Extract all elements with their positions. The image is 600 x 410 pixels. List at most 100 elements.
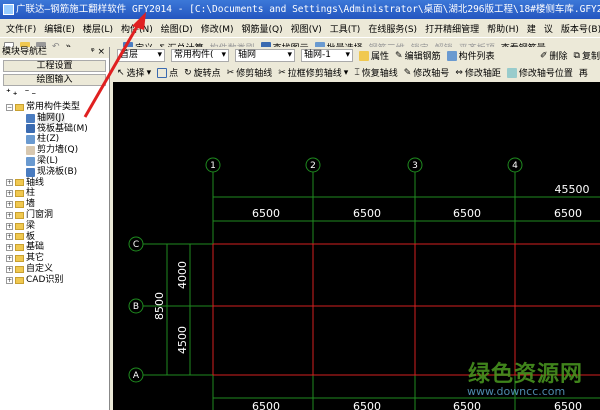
tree-folder[interactable]: + 墙 — [6, 199, 109, 210]
draw-toolbar: ↖ 选择 ▾ 点 ↻ 旋转点 ✂ 修剪轴线 ✂ 拉框修剪轴线 ▾ ⌶ 恢复轴线 ✎ 修改轴号 ⇔… — [113, 64, 600, 81]
dimension-x-4: 6500 — [554, 207, 582, 220]
restore-icon: ⌶ — [354, 67, 360, 78]
dimension-x-3: 6500 — [453, 207, 481, 220]
wall-icon — [26, 146, 35, 156]
restore-axis-button[interactable]: ⌶ 恢复轴线 — [354, 66, 397, 80]
copy-icon: ⧉ — [573, 50, 580, 61]
tree-folder[interactable]: + 板 — [6, 232, 109, 243]
menu-online[interactable]: 在线服务(S) — [368, 22, 417, 35]
eraser-icon: ✐ — [539, 50, 548, 61]
tree-item-raft[interactable]: 筏板基础(M) — [6, 124, 109, 135]
menu-tools[interactable]: 工具(T) — [330, 22, 361, 35]
more-button[interactable]: 再 — [579, 66, 588, 79]
trim-axis-button[interactable]: ✂ 修剪轴线 — [226, 66, 273, 80]
properties-button[interactable]: 属性 — [359, 49, 389, 62]
dimension-x-2: 6500 — [353, 207, 381, 220]
pencil-icon: ✎ — [395, 50, 403, 61]
rotate-point-button[interactable]: ↻ 旋转点 — [184, 66, 221, 80]
dropdown-icon: ▾ — [287, 50, 292, 60]
menu-file[interactable]: 文件(F) — [6, 22, 36, 35]
axis-label-1: 1 — [210, 161, 216, 171]
beam-icon — [26, 156, 35, 166]
column-icon — [26, 135, 35, 145]
menu-edit[interactable]: 编辑(E) — [44, 22, 75, 35]
edit-axis-spacing-button[interactable]: ⇔ 修改轴距 — [455, 66, 501, 80]
axis-label-c: C — [133, 240, 139, 250]
collapse-all-icon[interactable]: ⁻₋ — [25, 88, 39, 98]
axis-label-b: B — [133, 302, 139, 312]
axis-grid-icon — [26, 113, 35, 123]
axis-label-a: A — [133, 371, 140, 381]
dimension-total-x: 45500 — [555, 183, 590, 196]
expand-all-icon[interactable]: ⁺₊ — [6, 88, 20, 98]
tree-folder[interactable]: + 自定义 — [6, 264, 109, 275]
tree-item-slab[interactable]: 现浇板(B) — [6, 167, 109, 178]
component-list-button[interactable]: 构件列表 — [446, 49, 495, 62]
folder-icon — [15, 179, 24, 187]
instance-select[interactable]: 轴网-1 ▾ — [301, 49, 353, 62]
tree-folder[interactable]: + CAD识别 — [6, 275, 109, 286]
folder-icon — [15, 222, 24, 230]
tree-folder[interactable]: + 其它 — [6, 253, 109, 264]
delete-button[interactable]: ✐ 删除 — [539, 49, 568, 63]
menu-fine-management[interactable]: 打开精细管理 — [425, 22, 479, 35]
properties-icon — [359, 50, 369, 61]
slab-icon — [26, 167, 35, 177]
folder-icon — [15, 190, 24, 198]
dimension-bottom-4: 6500 — [554, 400, 582, 410]
menu-modify[interactable]: 修改(M) — [201, 22, 234, 35]
type-select[interactable]: 轴网 ▾ — [235, 49, 295, 62]
edit-axis-number-button[interactable]: ✎ 修改轴号 — [403, 66, 450, 80]
dropdown-icon: ▾ — [157, 50, 162, 60]
category-select[interactable]: 常用构件(▾ — [171, 49, 229, 62]
edit-rebar-button[interactable]: ✎ 编辑钢筋 — [395, 49, 441, 63]
spacing-icon: ⇔ — [455, 67, 463, 78]
folder-icon — [15, 211, 24, 219]
menu-version[interactable]: 版本号(B) — [561, 22, 600, 35]
point-icon — [157, 67, 168, 78]
menu-rebar[interactable]: 钢筋量(Q) — [241, 22, 282, 35]
dimension-total-y: 8500 — [153, 292, 166, 320]
dimension-y-2: 4500 — [176, 326, 189, 354]
folder-icon — [15, 276, 24, 284]
edit-icon: ✎ — [403, 67, 412, 78]
component-toolbar: 首层 ▾ 常用构件(▾ 轴网 ▾ 轴网-1 ▾ 属性 ✎ 编辑钢筋 构件列表 ✐ 删除 ⧉… — [113, 47, 600, 64]
axis-label-3: 3 — [412, 161, 418, 171]
tree-folder[interactable]: + 轴线 — [6, 178, 109, 189]
dimension-y-1: 4000 — [176, 261, 189, 289]
tree-item-column[interactable]: 柱(Z) — [6, 134, 109, 145]
axis-label-2: 2 — [310, 161, 316, 171]
list-icon — [446, 50, 457, 61]
menu-help[interactable]: 帮助(H) — [487, 22, 519, 35]
menu-suggest-1[interactable]: 建 — [527, 22, 536, 35]
folder-icon — [15, 201, 24, 209]
box-trim-icon: ✂ — [278, 67, 286, 78]
tree-item-shear-wall[interactable]: 剪力墙(Q) — [6, 145, 109, 156]
edit-axis-label-position-button[interactable]: 修改轴号位置 — [506, 66, 573, 79]
folder-icon — [15, 233, 24, 241]
tree-folder[interactable]: + 基础 — [6, 242, 109, 253]
folder-icon — [15, 255, 24, 263]
raft-icon — [26, 124, 35, 134]
point-button[interactable]: 点 — [157, 66, 178, 79]
watermark-logo: 绿色资源网 — [468, 362, 584, 387]
tree-folder[interactable]: + 柱 — [6, 188, 109, 199]
copy-button[interactable]: ⧉ 复制 — [573, 49, 600, 63]
folder-open-icon — [15, 103, 24, 111]
box-trim-axis-button[interactable]: ✂ 拉框修剪轴线 ▾ — [278, 66, 348, 80]
dimension-bottom-2: 6500 — [353, 400, 381, 410]
menu-suggest-2[interactable]: 议 — [544, 22, 553, 35]
dropdown-icon: ▾ — [345, 50, 350, 60]
folder-icon — [15, 265, 24, 273]
dropdown-icon: ▾ — [221, 50, 226, 60]
tree-item-beam[interactable]: 梁(L) — [6, 156, 109, 167]
menu-view[interactable]: 视图(V) — [291, 22, 322, 35]
menu-draw[interactable]: 绘图(D) — [161, 22, 193, 35]
tree-folder[interactable]: + 梁 — [6, 221, 109, 232]
red-arrow-annotation — [83, 12, 146, 118]
position-icon — [506, 67, 517, 78]
trim-icon: ✂ — [226, 67, 235, 78]
folder-icon — [15, 244, 24, 252]
tree-folder[interactable]: + 门窗洞 — [6, 210, 109, 221]
app-icon — [3, 4, 14, 15]
